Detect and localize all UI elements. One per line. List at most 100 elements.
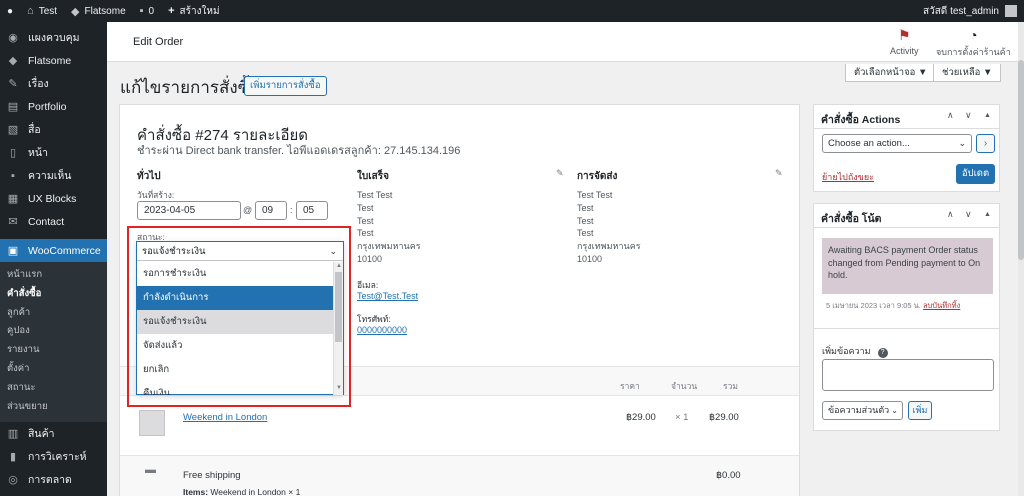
submenu-home[interactable]: หน้าแรก <box>0 266 107 285</box>
status-option-refunded[interactable]: คืนเงิน <box>137 382 333 395</box>
order-notes-box: คำสั่งซื้อ โน้ต ∧ ∨ ▲ Awaiting BACS paym… <box>813 203 1000 431</box>
order-status-current[interactable]: รอแจ้งชำระเงิน ⌄ <box>137 242 343 261</box>
dropdown-scrollbar-thumb[interactable] <box>335 272 342 342</box>
sidebar-item-flatsome[interactable]: ◆ Flatsome <box>0 49 107 72</box>
sidebar-item-label: ความเห็น <box>28 170 72 182</box>
home-icon: ⌂ <box>27 5 34 17</box>
order-minute-input[interactable]: 05 <box>296 201 328 220</box>
sidebar-item-page[interactable]: ▯ หน้า <box>0 141 107 164</box>
phone-label: โทรศัพท์: <box>357 314 391 324</box>
sidebar-item-dashboard[interactable]: ◉ แผงควบคุม <box>0 26 107 49</box>
move-up-icon[interactable]: ∧ <box>947 110 954 121</box>
activity-button[interactable]: ⚑ Activity <box>890 27 919 56</box>
note-type-select[interactable]: ข้อความส่วนตัว ⌄ <box>822 401 903 420</box>
help-icon[interactable]: ? <box>877 348 888 358</box>
collapse-icon[interactable]: ▲ <box>984 211 991 218</box>
billing-email-link[interactable]: Test@Test.Test <box>357 291 418 301</box>
submenu-settings[interactable]: ตั้งค่า <box>0 360 107 379</box>
status-option-completed[interactable]: จัดส่งแล้ว <box>137 334 333 358</box>
order-status-options: รอการชำระเงิน กำลังดำเนินการ รอแจ้งชำระเ… <box>137 262 333 395</box>
flag-icon: ⚑ <box>897 27 911 43</box>
edit-billing-pencil-icon[interactable]: ✎ <box>556 168 564 179</box>
sidebar-item-marketing[interactable]: ◎ การตลาด <box>0 468 107 491</box>
account-menu[interactable]: สวัสดี test_admin <box>916 0 1024 22</box>
submenu-orders[interactable]: คำสั่งซื้อ <box>0 285 107 304</box>
sidebar-item-label: UX Blocks <box>28 192 77 205</box>
sidebar-item-analytics[interactable]: ▮ การวิเคราะห์ <box>0 445 107 468</box>
add-order-button[interactable]: เพิ่มรายการสั่งซื้อ <box>244 76 327 96</box>
add-note-label: เพิ่มข้อความ? <box>822 344 888 358</box>
billing-phone-link[interactable]: 0000000000 <box>357 325 407 335</box>
item-price: ฿29.00 <box>626 412 656 423</box>
site-name-link[interactable]: ⌂ Test <box>20 0 64 22</box>
apply-action-button[interactable]: › <box>976 134 995 153</box>
order-status-select[interactable]: รอแจ้งชำระเงิน ⌄ รอการชำระเงิน กำลังดำเน… <box>136 241 344 395</box>
update-order-button[interactable]: อัปเดต <box>956 164 995 184</box>
dropdown-scrollbar[interactable]: ▲ ▼ <box>333 262 343 395</box>
submenu-status[interactable]: สถานะ <box>0 379 107 398</box>
edit-shipping-pencil-icon[interactable]: ✎ <box>775 168 783 179</box>
qty-column-header: จำนวน <box>671 381 698 391</box>
sidebar-item-product[interactable]: ▥ สินค้า <box>0 422 107 445</box>
status-option-on-hold[interactable]: รอแจ้งชำระเงิน <box>137 310 333 334</box>
comment-icon: ▪ <box>139 5 144 17</box>
status-option-cancelled[interactable]: ยกเลิก <box>137 358 333 382</box>
sidebar-item-label: สื่อ <box>28 124 41 136</box>
order-hour-input[interactable]: 09 <box>255 201 287 220</box>
comments-link[interactable]: ▪ 0 <box>133 0 161 22</box>
sidebar-item-label: สินค้า <box>28 428 55 441</box>
item-name-link[interactable]: Weekend in London <box>183 412 267 423</box>
note-textarea[interactable] <box>822 359 994 391</box>
store-setup-button[interactable]: ◔ จบการตั้งค่าร้านค้า <box>936 27 1011 59</box>
sidebar-item-label: Flatsome <box>28 54 72 67</box>
sidebar-item-portfolio[interactable]: ▤ Portfolio <box>0 95 107 118</box>
marketing-icon: ◎ <box>8 474 18 487</box>
scroll-up-icon[interactable]: ▲ <box>334 263 344 269</box>
sidebar-item-media[interactable]: ▧ สื่อ <box>0 118 107 141</box>
sidebar-item-label: การวิเคราะห์ <box>28 451 87 464</box>
product-icon: ▥ <box>7 428 19 441</box>
sidebar-item-woocommerce[interactable]: ▣ WooCommerce <box>0 239 107 262</box>
move-up-icon[interactable]: ∧ <box>947 209 954 220</box>
screen-options-tab[interactable]: ตัวเลือกหน้าจอ ▼ <box>845 64 937 82</box>
price-column-header: ราคา <box>620 381 640 391</box>
flatsome-icon: ◆ <box>8 55 18 67</box>
submenu-customers[interactable]: ลูกค้า <box>0 304 107 323</box>
total-column-header: รวม <box>723 381 738 391</box>
truck-icon: ▬ <box>145 464 156 476</box>
submenu-reports[interactable]: รายงาน <box>0 341 107 360</box>
order-date-input[interactable]: 2023-04-05 <box>137 201 241 220</box>
submenu-coupons[interactable]: คูปอง <box>0 322 107 341</box>
sidebar-item-pin[interactable]: ✎ เรื่อง <box>0 72 107 95</box>
move-down-icon[interactable]: ∨ <box>965 110 972 121</box>
sidebar-item-comment[interactable]: ▪ ความเห็น <box>0 164 107 187</box>
page-scrollbar-thumb[interactable] <box>1018 60 1024 260</box>
submenu-extensions[interactable]: ส่วนขยาย <box>0 398 107 417</box>
shipping-line: ▬ Free shipping Items: Weekend in London… <box>120 456 799 496</box>
sidebar-item-mail[interactable]: ✉ Contact <box>0 210 107 233</box>
chevron-down-icon: ⌄ <box>329 246 337 256</box>
product-thumbnail <box>139 410 165 436</box>
theme-link[interactable]: ◆ Flatsome <box>64 0 133 22</box>
status-option-pending[interactable]: รอการชำระเงิน <box>137 262 333 286</box>
shipping-heading: การจัดส่ง <box>577 171 618 182</box>
collapse-icon[interactable]: ▲ <box>984 112 991 119</box>
wordpress-logo-icon[interactable]: ● <box>0 0 20 22</box>
shipping-items: Items: Weekend in London × 1 <box>183 487 301 496</box>
scroll-down-icon[interactable]: ▼ <box>334 385 344 391</box>
sidebar-item-label: แผงควบคุม <box>28 32 80 44</box>
move-down-icon[interactable]: ∨ <box>965 209 972 220</box>
page-scrollbar[interactable] <box>1018 22 1024 496</box>
add-note-button[interactable]: เพิ่ม <box>908 401 932 420</box>
status-option-processing[interactable]: กำลังดำเนินการ <box>137 286 333 310</box>
time-colon: : <box>290 205 293 215</box>
item-total: ฿29.00 <box>709 412 739 423</box>
delete-note-link[interactable]: ลบบันทึกทิ้ง <box>923 301 960 310</box>
sidebar-item-blocks[interactable]: ▦ UX Blocks <box>0 187 107 210</box>
at-sign: @ <box>243 205 253 215</box>
help-tab[interactable]: ช่วยเหลือ ▼ <box>933 64 1002 82</box>
move-to-trash-link[interactable]: ย้ายไปถังขยะ <box>822 170 874 184</box>
media-icon: ▧ <box>7 124 19 136</box>
order-action-select[interactable]: Choose an action... ⌄ <box>822 134 972 153</box>
new-content-link[interactable]: + สร้างใหม่ <box>161 0 226 22</box>
